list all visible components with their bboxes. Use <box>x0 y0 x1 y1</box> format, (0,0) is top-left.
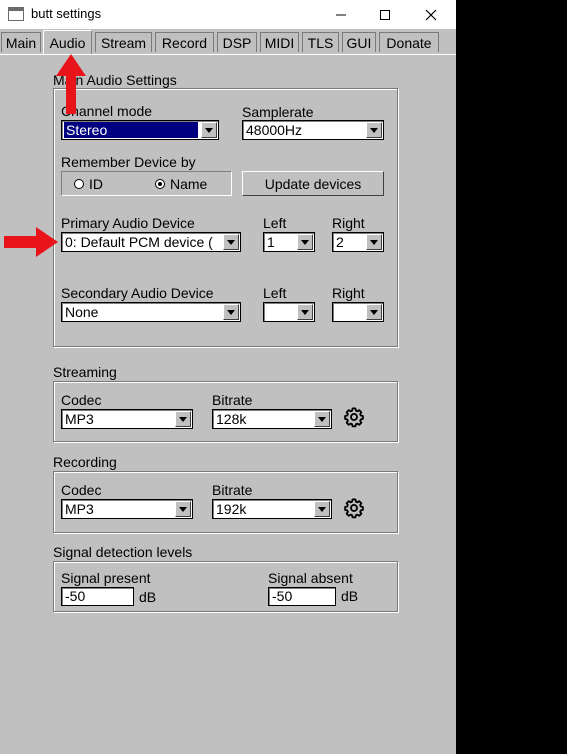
app-icon <box>8 7 24 21</box>
chevron-down-icon[interactable] <box>175 411 191 427</box>
chevron-down-icon[interactable] <box>297 304 313 320</box>
recording-bitrate-label: Bitrate <box>212 482 253 498</box>
samplerate-label: Samplerate <box>242 104 314 120</box>
streaming-codec-select[interactable]: MP3 <box>61 409 193 429</box>
recording-codec-label: Codec <box>61 482 102 498</box>
signal-present-input[interactable]: -50 <box>61 587 134 606</box>
tab-midi[interactable]: MIDI <box>260 32 299 52</box>
samplerate-select[interactable]: 48000Hz <box>242 120 384 140</box>
primary-left-value: 1 <box>267 234 275 250</box>
chevron-down-icon[interactable] <box>223 234 239 250</box>
close-icon <box>425 9 437 20</box>
recording-bitrate-value: 192k <box>216 501 247 517</box>
chevron-down-icon[interactable] <box>175 501 191 517</box>
recording-codec-value: MP3 <box>65 501 94 517</box>
update-devices-button[interactable]: Update devices <box>242 171 384 196</box>
radio-id[interactable] <box>74 179 84 189</box>
secondary-left-label: Left <box>263 285 287 301</box>
close-button[interactable] <box>408 0 454 29</box>
chevron-down-icon[interactable] <box>201 122 217 138</box>
chevron-down-icon[interactable] <box>366 122 382 138</box>
primary-audio-device-select[interactable]: 0: Default PCM device ( <box>61 232 241 252</box>
recording-label: Recording <box>53 454 117 470</box>
primary-right-label: Right <box>332 215 365 231</box>
tab-bar: Main Audio Stream Record DSP MIDI TLS GU… <box>0 30 456 55</box>
streaming-codec-value: MP3 <box>65 411 94 427</box>
tab-dsp[interactable]: DSP <box>217 32 257 52</box>
radio-id-label[interactable]: ID <box>89 176 103 192</box>
secondary-audio-device-value: None <box>65 304 99 320</box>
chevron-down-icon[interactable] <box>366 234 382 250</box>
signal-absent-unit: dB <box>341 588 359 604</box>
streaming-bitrate-select[interactable]: 128k <box>212 409 332 429</box>
channel-mode-select[interactable]: Stereo <box>61 120 219 140</box>
tab-gui[interactable]: GUI <box>342 32 376 52</box>
chevron-down-icon[interactable] <box>297 234 313 250</box>
chevron-down-icon[interactable] <box>314 411 330 427</box>
primary-left-label: Left <box>263 215 287 231</box>
signal-present-label: Signal present <box>61 570 151 586</box>
minimize-icon <box>336 14 346 15</box>
primary-left-select[interactable]: 1 <box>263 232 315 252</box>
minimize-button[interactable] <box>318 0 364 29</box>
radio-name-label[interactable]: Name <box>170 176 207 192</box>
chevron-down-icon[interactable] <box>366 304 382 320</box>
chevron-down-icon[interactable] <box>314 501 330 517</box>
radio-name[interactable] <box>155 179 165 189</box>
secondary-audio-device-select[interactable]: None <box>61 302 241 322</box>
signal-detection-label: Signal detection levels <box>53 544 193 560</box>
tab-audio[interactable]: Audio <box>43 30 92 54</box>
tab-donate[interactable]: Donate <box>379 32 439 52</box>
recording-settings-gear-icon[interactable] <box>343 497 365 519</box>
primary-audio-device-label: Primary Audio Device <box>61 215 195 231</box>
tab-stream[interactable]: Stream <box>95 32 152 52</box>
recording-bitrate-select[interactable]: 192k <box>212 499 332 519</box>
maximize-button[interactable] <box>362 0 408 29</box>
secondary-audio-device-label: Secondary Audio Device <box>61 285 214 301</box>
primary-audio-device-value: 0: Default PCM device ( <box>65 234 213 250</box>
title-bar[interactable]: butt settings <box>0 0 456 29</box>
remember-device-label: Remember Device by <box>61 154 196 170</box>
annotation-arrow-right-icon <box>4 227 58 257</box>
channel-mode-value: Stereo <box>64 122 198 138</box>
chevron-down-icon[interactable] <box>223 304 239 320</box>
tab-record[interactable]: Record <box>155 32 214 52</box>
tab-main[interactable]: Main <box>1 32 41 52</box>
secondary-right-label: Right <box>332 285 365 301</box>
streaming-settings-gear-icon[interactable] <box>343 406 365 428</box>
secondary-right-select[interactable] <box>332 302 384 322</box>
primary-right-select[interactable]: 2 <box>332 232 384 252</box>
streaming-bitrate-label: Bitrate <box>212 392 253 408</box>
maximize-icon <box>380 9 390 20</box>
samplerate-value: 48000Hz <box>246 122 303 138</box>
streaming-label: Streaming <box>53 364 117 380</box>
secondary-left-select[interactable] <box>263 302 315 322</box>
annotation-arrow-up-icon <box>56 54 86 114</box>
primary-right-value: 2 <box>336 234 344 250</box>
signal-absent-input[interactable]: -50 <box>268 587 336 606</box>
recording-codec-select[interactable]: MP3 <box>61 499 193 519</box>
window-title: butt settings <box>31 6 102 21</box>
signal-present-unit: dB <box>139 589 157 605</box>
signal-absent-label: Signal absent <box>268 570 353 586</box>
streaming-bitrate-value: 128k <box>216 411 247 427</box>
tab-tls[interactable]: TLS <box>302 32 339 52</box>
streaming-codec-label: Codec <box>61 392 102 408</box>
